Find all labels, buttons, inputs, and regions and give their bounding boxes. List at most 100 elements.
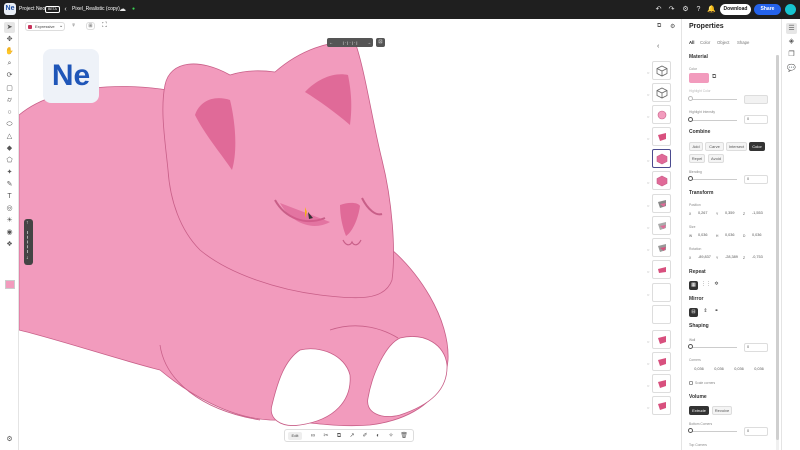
scrub-right-arrow-icon[interactable]: → [367, 38, 371, 47]
star-icon[interactable]: ✦ [4, 167, 15, 178]
rotation-x-input[interactable]: -89,837 [696, 254, 714, 262]
file-name[interactable]: Pixel_Realistic (copy) [72, 6, 120, 12]
torus-icon[interactable]: ◎ [4, 203, 15, 214]
object-thumb-shape-5[interactable] [652, 374, 671, 393]
highlight-intensity-input[interactable]: 0 [744, 115, 768, 124]
object-thumb-selected-cube[interactable] [652, 149, 671, 168]
object-thumb-cube[interactable] [652, 61, 671, 80]
object-thumb-shape-4[interactable] [652, 352, 671, 371]
current-color-swatch[interactable] [5, 280, 15, 289]
combine-color-button[interactable]: Color [749, 142, 765, 151]
material-preset-dropdown[interactable]: Expressive ⌄ [25, 22, 65, 31]
bottom-corners-input[interactable]: 0 [744, 427, 768, 436]
collapse-chevron-icon[interactable]: ‹ [657, 43, 659, 50]
mirror-none-icon[interactable]: ⊟ [689, 308, 698, 317]
properties-panel-icon[interactable]: ☰ [786, 23, 797, 34]
tab-shape[interactable]: Shape [737, 40, 749, 45]
capsule-icon[interactable]: ⬭ [4, 119, 15, 130]
history-scrubber[interactable]: ← | · | · | · | → [327, 38, 373, 47]
combine-add-button[interactable]: Add [689, 142, 703, 151]
object-thumb-mix-3[interactable] [652, 238, 671, 257]
help-icon[interactable]: ? [694, 5, 703, 14]
position-y-input[interactable]: 0,359 [723, 210, 739, 218]
light-icon[interactable]: ☀ [4, 215, 15, 226]
scissors-icon[interactable]: ✂ [322, 432, 330, 440]
combine-avoid-button[interactable]: Avoid [708, 154, 724, 163]
box-icon[interactable]: ▢ [4, 83, 15, 94]
pen-tool-icon[interactable]: ✎ [4, 179, 15, 190]
position-x-input[interactable]: 0,267 [696, 210, 712, 218]
corner-4-input[interactable]: 0,036 [749, 366, 767, 375]
properties-scrollbar-thumb[interactable] [776, 55, 779, 440]
bottom-corners-knob[interactable] [688, 428, 693, 433]
user-avatar[interactable] [785, 4, 796, 15]
drop-icon[interactable]: ◆ [4, 143, 15, 154]
combine-intersect-button[interactable]: Intersect [726, 142, 747, 151]
scrub-left-arrow-icon[interactable]: ← [329, 38, 333, 47]
blending-input[interactable]: 0 [744, 175, 768, 184]
position-z-input[interactable]: -1,553 [750, 210, 768, 218]
tab-all[interactable]: All [689, 40, 695, 45]
object-thumb-shape[interactable] [652, 127, 671, 146]
pan-hand-icon[interactable]: ✋ [4, 46, 15, 57]
object-thumb-empty[interactable] [652, 283, 671, 302]
highlight-intensity-knob[interactable] [688, 117, 693, 122]
settings-gear-icon[interactable]: ⚙ [681, 5, 690, 14]
redo-icon[interactable]: ↷ [667, 5, 676, 14]
combine-carve-button[interactable]: Carve [705, 142, 724, 151]
object-thumb-empty-2[interactable] [652, 305, 671, 324]
size-d-input[interactable]: 0,036 [750, 232, 768, 240]
mirror-link-icon[interactable]: ⚭ [712, 308, 721, 317]
undo-icon[interactable]: ↶ [654, 5, 663, 14]
lighting-icon[interactable]: ♀ [71, 22, 76, 29]
corner-1-input[interactable]: 0,036 [689, 366, 707, 375]
frame-icon[interactable]: ⊞ [86, 22, 95, 30]
fullscreen-icon[interactable]: ⛶ [102, 22, 107, 30]
corner-2-input[interactable]: 0,036 [709, 366, 727, 375]
duplicate-icon[interactable]: ⧉ [335, 432, 343, 440]
repeat-radial-icon[interactable]: ✲ [712, 281, 721, 290]
link-icon[interactable]: ∞ [309, 432, 317, 440]
object-thumb-mix[interactable] [652, 194, 671, 213]
cylinder-icon[interactable]: ⌭ [4, 95, 15, 106]
library-icon[interactable]: ❐ [786, 49, 797, 60]
zoom-slider[interactable]: ↑ ↓ [24, 219, 33, 265]
comments-icon[interactable]: 💬 [786, 63, 797, 74]
corner-3-input[interactable]: 0,036 [729, 366, 747, 375]
size-h-input[interactable]: 0,036 [723, 232, 739, 240]
object-thumb-sphere[interactable] [652, 105, 671, 124]
open-picker-icon[interactable]: ⧉ [712, 74, 716, 81]
settings-icon[interactable]: ⚙ [4, 434, 15, 445]
revolve-button[interactable]: Revolve [712, 406, 732, 415]
back-chevron-icon[interactable]: ‹ [61, 5, 70, 14]
lock-icon[interactable]: ⊡ [376, 38, 385, 47]
sphere-icon[interactable]: ○ [4, 107, 15, 118]
scale-corners-checkbox[interactable] [689, 381, 693, 385]
rotation-y-input[interactable]: -28,389 [723, 254, 741, 262]
blending-knob[interactable] [688, 176, 693, 181]
fill-icon[interactable]: ◐ [374, 432, 382, 440]
object-thumb-mix-2[interactable] [652, 216, 671, 235]
share-button[interactable]: Share [754, 4, 781, 15]
size-w-input[interactable]: 0,036 [696, 232, 712, 240]
object-thumb-cube-pink[interactable] [652, 171, 671, 190]
group-icon[interactable]: ❖ [4, 239, 15, 250]
color-swatch[interactable] [689, 73, 709, 83]
repeat-grid-icon[interactable]: ⋮⋮ [701, 281, 711, 290]
object-thumb-shape-2[interactable] [652, 260, 671, 279]
layers-settings-icon[interactable]: ⚙ [670, 23, 675, 30]
magic-icon[interactable]: ✧ [387, 432, 395, 440]
tab-color[interactable]: Color [700, 40, 710, 45]
combine-repel-button[interactable]: Repel [689, 154, 705, 163]
repeat-none-icon[interactable]: ▦ [689, 281, 698, 290]
rotation-z-input[interactable]: -0,753 [750, 254, 768, 262]
object-thumb-shape-6[interactable] [652, 396, 671, 415]
cone-icon[interactable]: △ [4, 131, 15, 142]
notifications-bell-icon[interactable]: 🔔 [707, 5, 716, 14]
wall-input[interactable]: 0 [744, 343, 768, 352]
canvas-viewport[interactable]: Expressive ⌄ ♀ ⊞ ⛶ ← | · | · | · | → ⊡ N… [19, 19, 647, 450]
object-thumb-shape-3[interactable] [652, 330, 671, 349]
app-logo[interactable]: Ne [4, 3, 16, 15]
download-button[interactable]: Download [720, 4, 751, 15]
camera-icon[interactable]: ◉ [4, 227, 15, 238]
